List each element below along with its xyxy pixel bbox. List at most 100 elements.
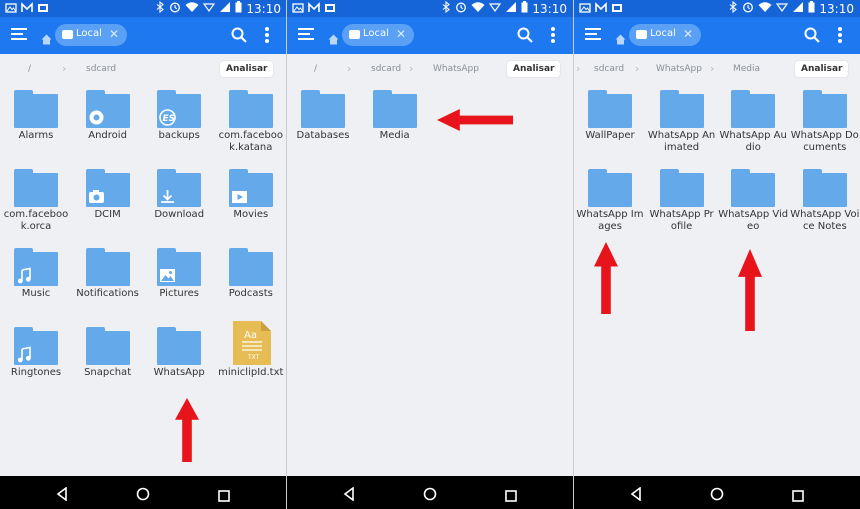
chip-label: Local	[650, 28, 676, 39]
folder-item[interactable]: Music	[0, 248, 72, 300]
breadcrumb-item[interactable]: /	[28, 64, 31, 74]
folder-icon	[372, 90, 417, 128]
folder-item[interactable]: WallPaper	[574, 90, 646, 142]
folder-item[interactable]: WhatsApp Voice Notes	[789, 169, 860, 233]
folder-item[interactable]: Snapchat	[72, 327, 144, 379]
folder-item[interactable]: ES backups	[143, 90, 215, 142]
folder-item[interactable]: Podcasts	[215, 248, 287, 300]
hamburger-icon[interactable]	[11, 28, 27, 42]
breadcrumb-item[interactable]: sdcard	[371, 64, 401, 74]
back-icon[interactable]	[343, 486, 355, 505]
folder-item[interactable]: com.facebook.orca	[0, 169, 72, 233]
photo-notification-icon	[37, 2, 49, 17]
app-bar: Local ✕	[574, 17, 860, 54]
battery-icon	[808, 1, 815, 16]
folder-item[interactable]: DCIM	[72, 169, 144, 221]
folder-icon	[588, 90, 632, 128]
folder-icon	[85, 327, 130, 365]
back-icon[interactable]	[56, 486, 68, 505]
folder-item[interactable]: WhatsApp Documents	[789, 90, 860, 154]
status-time: 13:10	[532, 1, 567, 16]
close-icon[interactable]: ✕	[109, 27, 119, 41]
analyze-button[interactable]: Analisar	[220, 61, 274, 77]
bluetooth-icon	[441, 0, 451, 16]
item-label: com.facebook.katana	[218, 130, 283, 153]
location-chip[interactable]: Local ✕	[342, 24, 414, 46]
folder-item[interactable]: Alarms	[0, 90, 72, 142]
folder-icon	[731, 90, 776, 128]
analyze-button[interactable]: Analisar	[795, 61, 849, 77]
photo-notification-icon	[611, 2, 623, 17]
search-icon[interactable]	[517, 27, 533, 47]
search-icon[interactable]	[231, 27, 247, 47]
folder-icon	[157, 327, 202, 365]
file-badge-top: Aa	[244, 330, 257, 341]
red-arrow-up	[594, 242, 618, 318]
home-circle-icon[interactable]	[136, 486, 150, 505]
item-label: WallPaper	[585, 130, 635, 141]
storage-icon	[636, 30, 647, 39]
camera-icon	[88, 188, 105, 205]
wifi-icon	[471, 1, 485, 16]
back-icon[interactable]	[630, 486, 642, 505]
breadcrumb-item[interactable]: sdcard	[86, 64, 116, 74]
location-chip[interactable]: Local ✕	[629, 24, 701, 46]
folder-item[interactable]: com.facebook.katana	[215, 90, 287, 154]
folder-item[interactable]: Movies	[215, 169, 287, 221]
signal-icon	[505, 1, 517, 16]
folder-item[interactable]: WhatsApp Animated	[646, 90, 718, 154]
alarm-icon	[742, 1, 754, 16]
recents-icon[interactable]	[792, 487, 804, 506]
more-vert-icon[interactable]	[551, 27, 555, 43]
storage-icon	[62, 30, 73, 39]
folder-icon	[659, 90, 704, 128]
folder-item[interactable]: Databases	[287, 90, 359, 142]
item-label: com.facebook.orca	[3, 209, 69, 232]
folder-item[interactable]: WhatsApp Audio	[717, 90, 789, 154]
location-chip[interactable]: Local ✕	[55, 24, 127, 46]
app-bar: Local ✕	[0, 17, 287, 54]
folder-item[interactable]: Media	[359, 90, 431, 142]
folder-item[interactable]: WhatsApp	[143, 327, 215, 379]
file-item[interactable]: Aa TXT miniclipId.txt	[215, 321, 287, 379]
breadcrumb-item[interactable]: /	[314, 64, 317, 74]
folder-item[interactable]: Notifications	[72, 248, 144, 300]
folder-icon	[157, 169, 202, 207]
breadcrumb-item[interactable]: WhatsApp	[433, 64, 479, 74]
chevron-right-icon: ›	[409, 62, 414, 75]
item-label: Podcasts	[228, 288, 273, 299]
more-vert-icon[interactable]	[838, 27, 842, 43]
folder-item[interactable]: WhatsApp Profile	[646, 169, 718, 233]
breadcrumb-item[interactable]: sdcard	[594, 64, 624, 74]
breadcrumb-item[interactable]: Media	[733, 64, 760, 74]
recents-icon[interactable]	[505, 487, 517, 506]
recents-icon[interactable]	[218, 487, 230, 506]
folder-icon	[802, 90, 847, 128]
chevron-right-icon: ›	[710, 62, 715, 75]
search-icon[interactable]	[804, 27, 820, 47]
folder-icon	[85, 90, 130, 128]
home-circle-icon[interactable]	[423, 486, 437, 505]
folder-item[interactable]: Pictures	[143, 248, 215, 300]
gear-icon	[88, 109, 105, 126]
folder-item[interactable]: Android	[72, 90, 144, 142]
home-icon	[615, 30, 626, 49]
close-icon[interactable]: ✕	[683, 27, 693, 41]
hamburger-icon[interactable]	[585, 28, 601, 42]
item-label: Snapchat	[84, 367, 132, 378]
folder-item[interactable]: Ringtones	[0, 327, 72, 379]
data-icon	[489, 1, 502, 16]
status-bar: 13:10	[287, 0, 573, 17]
folder-item[interactable]: Download	[143, 169, 215, 221]
data-icon	[776, 1, 789, 16]
folder-item[interactable]: WhatsApp Video	[717, 169, 789, 233]
home-circle-icon[interactable]	[710, 486, 724, 505]
analyze-button[interactable]: Analisar	[507, 61, 561, 77]
breadcrumb-item[interactable]: WhatsApp	[656, 64, 702, 74]
status-right-icons: 13:10	[155, 0, 281, 16]
close-icon[interactable]: ✕	[396, 27, 406, 41]
folder-item[interactable]: WhatsApp Images	[574, 169, 646, 233]
photo-notification-icon	[324, 2, 336, 17]
more-vert-icon[interactable]	[265, 27, 269, 43]
hamburger-icon[interactable]	[298, 28, 314, 42]
